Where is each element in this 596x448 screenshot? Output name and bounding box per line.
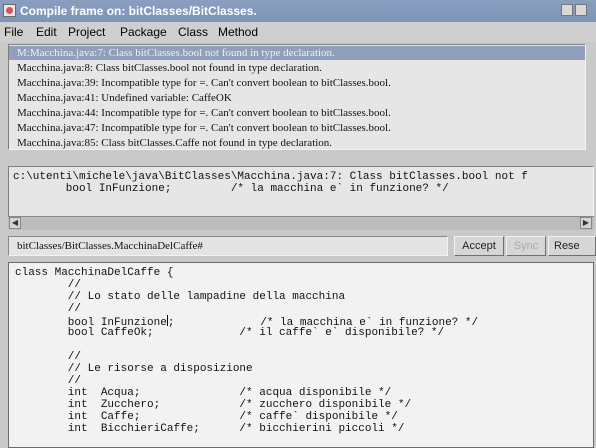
scroll-left-icon[interactable]: ◀	[9, 217, 21, 229]
error-item[interactable]: Macchina.java:8: Class bitClasses.bool n…	[9, 61, 585, 75]
menu-edit[interactable]: Edit	[36, 25, 57, 39]
code-line: class MacchinaDelCaffe {	[15, 267, 174, 279]
error-item[interactable]: Macchina.java:39: Incompatible type for …	[9, 76, 585, 90]
code-line-caret: bool InFunzione; /* la macchina e` in fu…	[15, 315, 478, 329]
error-item[interactable]: Macchina.java:41: Undefined variable: Ca…	[9, 91, 585, 105]
error-item[interactable]: Macchina.java:44: Incompatible type for …	[9, 106, 585, 120]
menu-bar: File Edit Project Package Class Method	[0, 22, 596, 42]
menu-package[interactable]: Package	[120, 25, 167, 39]
class-toolbar: bitClasses/BitClasses.MacchinaDelCaffe# …	[8, 236, 596, 256]
window-title: Compile frame on: bitClasses/BitClasses.	[20, 4, 257, 18]
code-line: // Le risorse a disposizione	[15, 363, 253, 375]
app-icon	[3, 4, 16, 17]
reset-button[interactable]: Rese	[548, 236, 596, 256]
code-editor[interactable]: class MacchinaDelCaffe { // // Lo stato …	[8, 262, 594, 448]
minimize-icon[interactable]	[561, 4, 573, 16]
error-list[interactable]: M:Macchina.java:7: Class bitClasses.bool…	[8, 44, 586, 150]
class-path-field[interactable]: bitClasses/BitClasses.MacchinaDelCaffe#	[8, 236, 448, 256]
horizontal-scrollbar[interactable]: ◀ ▶	[8, 216, 594, 230]
code-line: //	[15, 375, 82, 387]
scroll-right-icon[interactable]: ▶	[580, 217, 592, 229]
menu-project[interactable]: Project	[68, 25, 105, 39]
code-line: int Zucchero; /* zucchero disponibile */	[15, 399, 412, 411]
code-line: // Lo stato delle lampadine della macchi…	[15, 291, 346, 303]
code-line: int BicchieriCaffe; /* bicchierini picco…	[15, 423, 405, 435]
error-item[interactable]: Macchina.java:85: Class bitClasses.Caffe…	[9, 136, 585, 150]
error-detail-line: c:\utenti\michele\java\BitClasses\Macchi…	[13, 171, 528, 183]
menu-file[interactable]: File	[4, 25, 23, 39]
code-line: int Caffe; /* caffe` disponibile */	[15, 411, 398, 423]
code-line: //	[15, 351, 82, 363]
code-line: bool CaffeOk; /* il caffe` e` disponibil…	[15, 327, 445, 339]
code-line: //	[15, 279, 82, 291]
accept-button[interactable]: Accept	[454, 236, 504, 256]
code-line: //	[15, 303, 82, 315]
sync-button[interactable]: Sync	[506, 236, 546, 256]
title-bar: Compile frame on: bitClasses/BitClasses.	[0, 0, 596, 22]
code-line: int Acqua; /* acqua disponibile */	[15, 387, 392, 399]
maximize-icon[interactable]	[575, 4, 587, 16]
error-item[interactable]: M:Macchina.java:7: Class bitClasses.bool…	[9, 46, 585, 60]
error-item[interactable]: Macchina.java:47: Incompatible type for …	[9, 121, 585, 135]
menu-method[interactable]: Method	[218, 25, 258, 39]
error-detail-line: bool InFunzione; /* la macchina e` in fu…	[13, 183, 449, 195]
menu-class[interactable]: Class	[178, 25, 208, 39]
